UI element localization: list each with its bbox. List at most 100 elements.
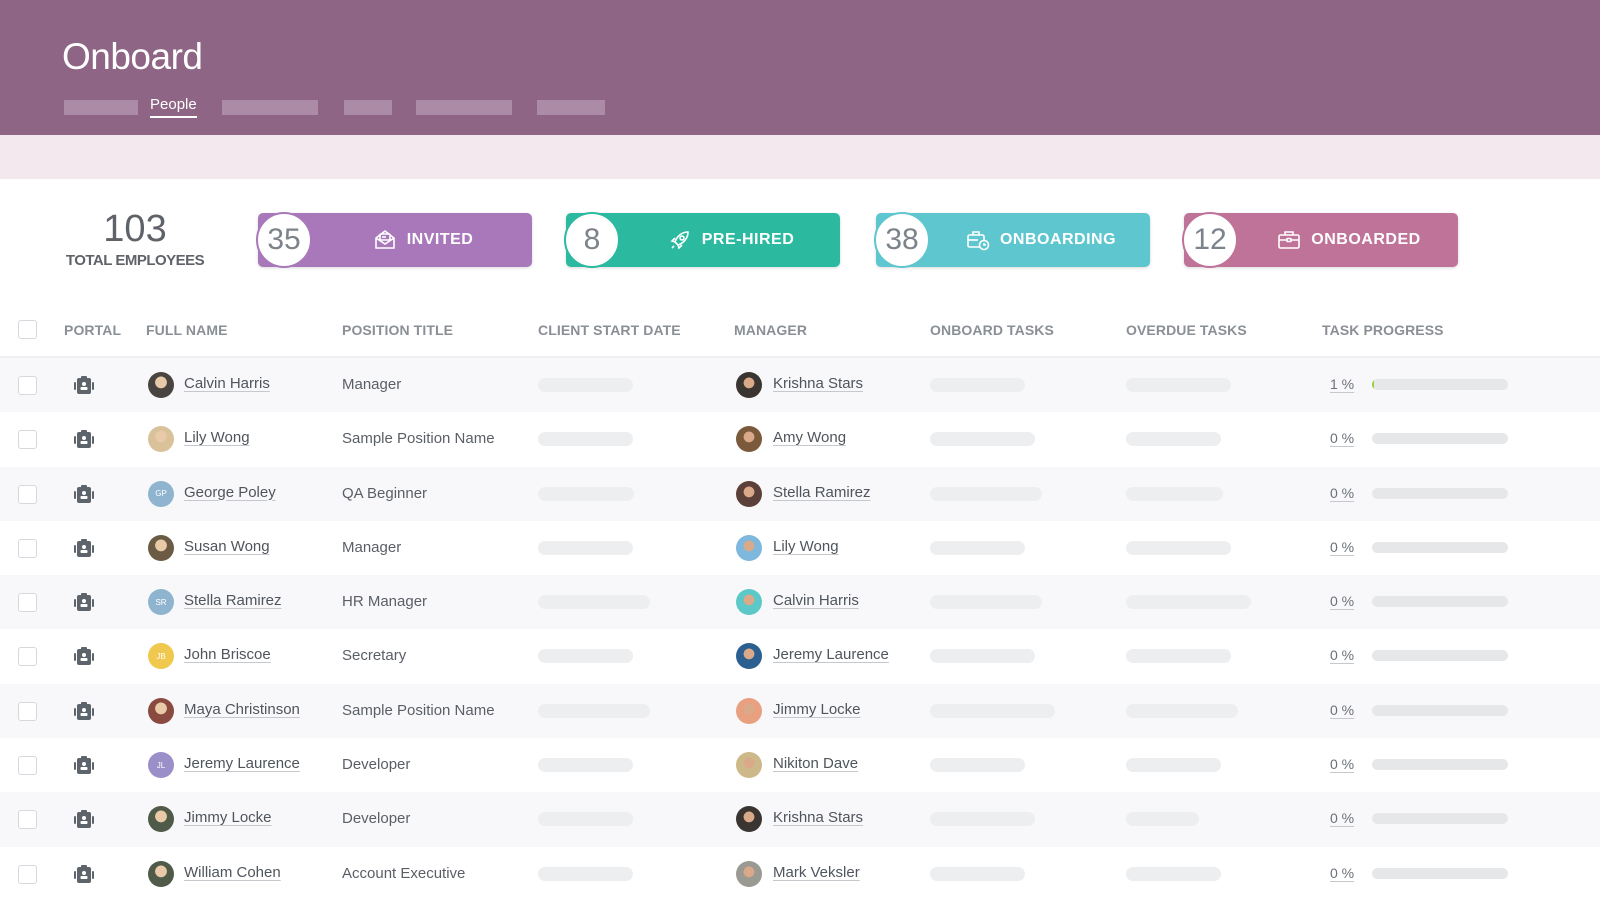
row-checkbox[interactable]	[18, 647, 37, 667]
portal-badge-icon[interactable]	[73, 808, 95, 830]
employee-name-link[interactable]: Stella Ramirez	[184, 592, 282, 609]
portal-badge-icon[interactable]	[73, 428, 95, 450]
task-progress-percent[interactable]: 0 %	[1330, 865, 1354, 881]
employee-name-link[interactable]: George Poley	[184, 484, 276, 501]
overdue-tasks-placeholder	[1126, 758, 1221, 773]
client-start-date-placeholder	[538, 486, 634, 501]
table-row[interactable]: Jimmy Locke Developer Krishna Stars 0 %	[0, 792, 1600, 847]
pre-hired-filter-button[interactable]: 8 PRE-HIRED	[564, 212, 840, 268]
briefcase-clock-icon	[967, 231, 990, 251]
table-row[interactable]: GP George Poley QA Beginner Stella Ramir…	[0, 466, 1600, 521]
client-start-date-placeholder	[538, 378, 633, 392]
row-checkbox[interactable]	[18, 593, 37, 613]
manager-name-link[interactable]: Amy Wong	[773, 429, 846, 446]
client-start-date-placeholder	[538, 595, 650, 610]
employee-name-link[interactable]: William Cohen	[184, 864, 281, 881]
rocket-icon	[670, 231, 689, 250]
column-header-portal[interactable]: PORTAL	[64, 322, 121, 338]
table-row[interactable]: SR Stella Ramirez HR Manager Calvin Harr…	[0, 575, 1600, 630]
portal-badge-icon[interactable]	[73, 863, 95, 885]
column-header-onboard-tasks[interactable]: ONBOARD TASKS	[930, 322, 1054, 338]
task-progress-percent[interactable]: 0 %	[1330, 539, 1354, 555]
table-row[interactable]: JL Jeremy Laurence Developer Nikiton Dav…	[0, 738, 1600, 792]
portal-badge-icon[interactable]	[73, 591, 95, 613]
column-header-manager[interactable]: MANAGER	[734, 322, 807, 338]
table-row[interactable]: Susan Wong Manager Lily Wong 0 %	[0, 521, 1600, 575]
portal-badge-icon[interactable]	[73, 645, 95, 667]
row-checkbox[interactable]	[18, 376, 37, 395]
row-checkbox[interactable]	[18, 701, 37, 721]
task-progress-percent[interactable]: 0 %	[1330, 593, 1354, 609]
total-employees-label: TOTAL EMPLOYEES	[65, 252, 205, 269]
row-checkbox[interactable]	[18, 810, 37, 830]
nav-tab-placeholder-3[interactable]	[344, 100, 392, 115]
portal-badge-icon[interactable]	[73, 754, 95, 776]
manager-name-link[interactable]: Jimmy Locke	[773, 701, 861, 718]
overdue-tasks-placeholder	[1126, 486, 1223, 501]
invited-filter-button[interactable]: 35 INVITED	[256, 212, 532, 268]
task-progress-percent[interactable]: 0 %	[1330, 485, 1354, 501]
row-checkbox[interactable]	[18, 756, 37, 776]
task-progress-bar	[1372, 487, 1508, 499]
client-start-date-placeholder	[538, 812, 633, 827]
task-progress-percent[interactable]: 0 %	[1330, 810, 1354, 826]
portal-badge-icon[interactable]	[73, 483, 95, 505]
table-row[interactable]: Lily Wong Sample Position Name Amy Wong …	[0, 412, 1600, 466]
nav-tab-people[interactable]: People	[150, 96, 197, 118]
task-progress-percent[interactable]: 1 %	[1330, 376, 1354, 392]
row-checkbox[interactable]	[18, 538, 37, 558]
table-row[interactable]: Maya Christinson Sample Position Name Ji…	[0, 683, 1600, 739]
overdue-tasks-placeholder	[1126, 432, 1221, 447]
manager-name-link[interactable]: Lily Wong	[773, 538, 839, 555]
employee-avatar	[148, 372, 174, 398]
column-header-position-title[interactable]: POSITION TITLE	[342, 322, 453, 338]
onboarded-filter-button[interactable]: 12 ONBOARDED	[1182, 212, 1458, 268]
row-checkbox[interactable]	[18, 864, 37, 884]
column-header-full-name[interactable]: FULL NAME	[146, 322, 228, 338]
employee-name-link[interactable]: Lily Wong	[184, 429, 250, 446]
nav-tab-placeholder-1[interactable]	[64, 100, 138, 115]
manager-name-link[interactable]: Krishna Stars	[773, 809, 863, 826]
task-progress-percent[interactable]: 0 %	[1330, 756, 1354, 772]
nav-tab-placeholder-5[interactable]	[537, 100, 605, 115]
column-header-task-progress[interactable]: TASK PROGRESS	[1322, 322, 1444, 338]
select-all-checkbox[interactable]	[18, 320, 37, 339]
onboard-tasks-placeholder	[930, 649, 1035, 664]
portal-badge-icon[interactable]	[73, 537, 95, 559]
nav-tab-placeholder-4[interactable]	[416, 100, 512, 115]
row-checkbox[interactable]	[18, 484, 37, 504]
employee-name-link[interactable]: Calvin Harris	[184, 375, 270, 392]
table-row[interactable]: William Cohen Account Executive Mark Vek…	[0, 847, 1600, 901]
employee-name-link[interactable]: John Briscoe	[184, 646, 271, 663]
portal-badge-icon[interactable]	[73, 374, 95, 396]
manager-name-link[interactable]: Nikiton Dave	[773, 755, 858, 772]
task-progress-bar	[1372, 759, 1508, 771]
table-row[interactable]: Calvin Harris Manager Krishna Stars 1 %	[0, 358, 1600, 413]
manager-name-link[interactable]: Jeremy Laurence	[773, 646, 889, 663]
manager-name-link[interactable]: Calvin Harris	[773, 592, 859, 609]
invited-label: INVITED	[406, 231, 474, 248]
position-title: Manager	[342, 376, 402, 393]
table-row[interactable]: JB John Briscoe Secretary Jeremy Laurenc…	[0, 629, 1600, 683]
column-header-client-start-date[interactable]: CLIENT START DATE	[538, 322, 681, 338]
manager-name-link[interactable]: Krishna Stars	[773, 375, 863, 392]
position-title: Developer	[342, 756, 411, 774]
manager-avatar	[736, 372, 762, 398]
task-progress-percent[interactable]: 0 %	[1330, 702, 1354, 718]
employee-name-link[interactable]: Jeremy Laurence	[184, 755, 300, 772]
employee-name-link[interactable]: Maya Christinson	[184, 701, 300, 718]
onboarding-label: ONBOARDING	[999, 231, 1117, 248]
onboarding-filter-button[interactable]: 38 ONBOARDING	[874, 212, 1150, 268]
position-title: QA Beginner	[342, 484, 428, 502]
manager-name-link[interactable]: Mark Veksler	[773, 864, 860, 881]
position-title: Sample Position Name	[342, 701, 495, 719]
employee-name-link[interactable]: Jimmy Locke	[184, 809, 272, 826]
manager-name-link[interactable]: Stella Ramirez	[773, 484, 871, 501]
employee-name-link[interactable]: Susan Wong	[184, 538, 270, 555]
nav-tab-placeholder-2[interactable]	[222, 100, 318, 115]
row-checkbox[interactable]	[18, 430, 37, 450]
task-progress-percent[interactable]: 0 %	[1330, 430, 1354, 446]
task-progress-percent[interactable]: 0 %	[1330, 647, 1354, 663]
portal-badge-icon[interactable]	[73, 700, 95, 722]
column-header-overdue-tasks[interactable]: OVERDUE TASKS	[1126, 322, 1247, 338]
